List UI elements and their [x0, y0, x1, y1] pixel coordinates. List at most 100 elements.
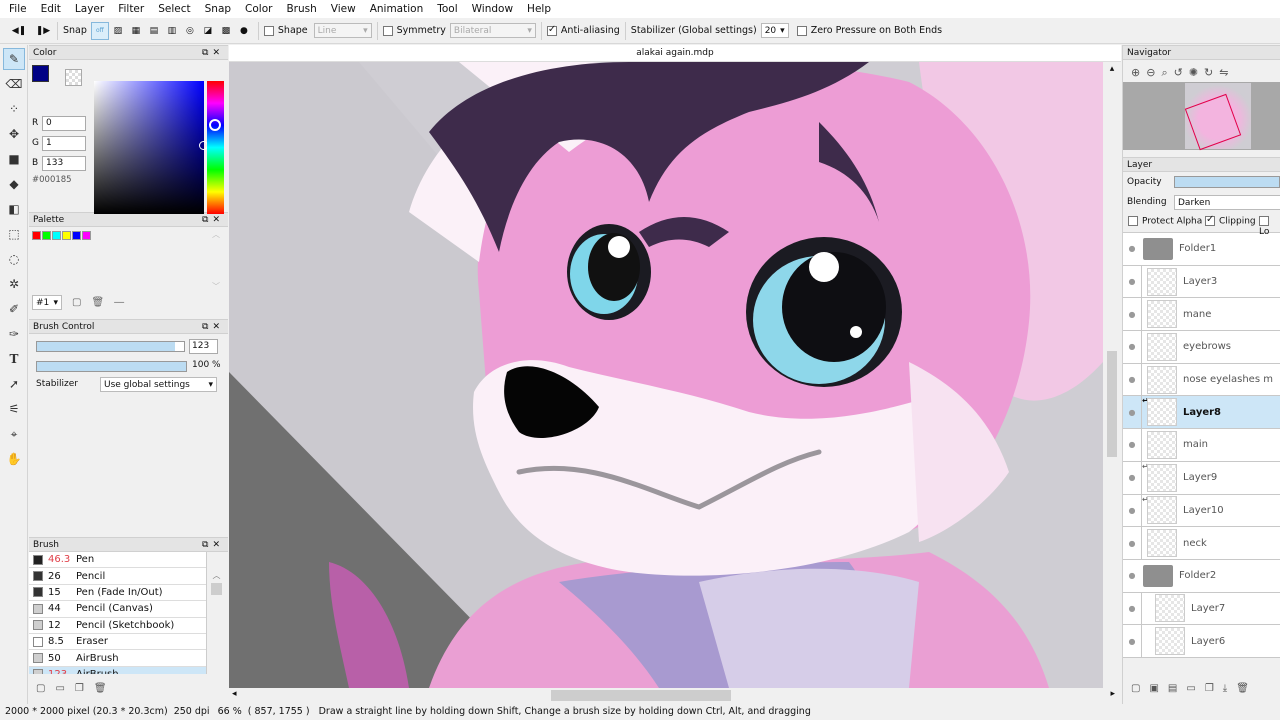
next-frame-icon[interactable]: ❚▶	[34, 22, 52, 40]
protect-alpha-checkbox[interactable]	[1128, 216, 1138, 226]
canvas-horizontal-scrollbar[interactable]: ◂ ▸	[229, 688, 1121, 703]
brush-item[interactable]: 44 Pencil (Canvas)	[29, 601, 206, 618]
menu-color[interactable]: Color	[238, 3, 279, 15]
snap-radial-icon[interactable]: ◎	[181, 22, 199, 40]
layer-row[interactable]: ● main	[1123, 429, 1280, 462]
palette-scroll-down-icon[interactable]: ﹀	[212, 281, 220, 292]
layer-row[interactable]: ● ↵ Layer8	[1123, 396, 1280, 430]
brush-size-input[interactable]: 123	[189, 339, 218, 354]
divide-tool-icon[interactable]: ⚟	[3, 398, 25, 420]
brush-stabilizer-select[interactable]: Use global settings ▾	[100, 377, 217, 392]
palette-menu-icon[interactable]: ―	[114, 297, 124, 308]
delete-palette-icon[interactable]: 🗑	[91, 297, 104, 308]
operation-tool-icon[interactable]: ➚	[3, 373, 25, 395]
palette-swatch[interactable]	[52, 231, 61, 240]
layer-row[interactable]: ● Folder2	[1123, 559, 1280, 593]
eyedropper-tool-icon[interactable]: ⌖	[3, 423, 25, 445]
menu-select[interactable]: Select	[151, 3, 197, 15]
delete-layer-icon[interactable]: 🗑	[1236, 683, 1249, 694]
symmetry-select[interactable]: Bilateral ▾	[449, 23, 536, 38]
palette-set-select[interactable]: #1 ▾	[32, 295, 62, 310]
panel-controls-icon[interactable]: ⧉✕	[202, 540, 224, 550]
brush-item[interactable]: 12 Pencil (Sketchbook)	[29, 617, 206, 634]
menu-help[interactable]: Help	[520, 3, 558, 15]
layer-row[interactable]: ● Layer3	[1123, 265, 1280, 299]
new-palette-icon[interactable]: ▢	[72, 297, 81, 308]
layer-row[interactable]: ● ↵ Layer10	[1123, 494, 1280, 528]
g-input[interactable]: 1	[42, 135, 86, 151]
duplicate-layer-icon[interactable]: ❐	[1205, 683, 1214, 694]
layer-visibility-icon[interactable]: ●	[1123, 375, 1141, 384]
panel-controls-icon[interactable]: ⧉✕	[202, 48, 224, 58]
eraser-tool-icon[interactable]: ⌫	[3, 73, 25, 95]
brush-item[interactable]: 8.5 Eraser	[29, 633, 206, 651]
navigator-preview[interactable]	[1123, 82, 1280, 151]
lasso-tool-icon[interactable]: ◌	[3, 248, 25, 270]
document-tab[interactable]: alakai again.mdp	[229, 45, 1121, 62]
transparent-color-swatch[interactable]	[65, 69, 82, 86]
layer-visibility-icon[interactable]: ●	[1123, 244, 1141, 253]
menu-edit[interactable]: Edit	[34, 3, 68, 15]
brush-item[interactable]: 123AirBrush	[29, 666, 206, 674]
layer-row[interactable]: ● Layer7	[1123, 592, 1280, 626]
b-input[interactable]: 133	[42, 155, 86, 171]
layer-visibility-icon[interactable]: ●	[1123, 604, 1141, 613]
snap-grid-icon[interactable]: ▦	[127, 22, 145, 40]
primary-color-swatch[interactable]	[32, 65, 49, 82]
menu-snap[interactable]: Snap	[198, 3, 238, 15]
hand-tool-icon[interactable]: ✋	[3, 448, 25, 470]
new-folder-icon[interactable]: ▭	[1186, 683, 1195, 694]
new-halftone-layer-icon[interactable]: ▣	[1149, 683, 1158, 694]
menu-animation[interactable]: Animation	[363, 3, 431, 15]
layer-row[interactable]: ● ↵ Layer9	[1123, 461, 1280, 495]
layer-row[interactable]: ● Folder1	[1123, 233, 1280, 266]
layer-visibility-icon[interactable]: ●	[1123, 539, 1141, 548]
copy-brush-icon[interactable]: ❐	[75, 683, 84, 694]
panel-controls-icon[interactable]: ⧉✕	[202, 322, 224, 332]
layer-opacity-slider[interactable]	[1174, 176, 1280, 188]
brush-item[interactable]: 26 Pencil	[29, 568, 206, 585]
menu-layer[interactable]: Layer	[68, 3, 111, 15]
rect-select-tool-icon[interactable]: ⬚	[3, 223, 25, 245]
layer-visibility-icon[interactable]: ●	[1123, 342, 1141, 351]
snap-off-icon[interactable]: off	[90, 21, 109, 40]
menu-view[interactable]: View	[324, 3, 363, 15]
shape-checkbox[interactable]	[263, 25, 274, 36]
new-layer-icon[interactable]: ▢	[1131, 683, 1140, 694]
menu-tool[interactable]: Tool	[430, 3, 464, 15]
palette-swatch[interactable]	[42, 231, 51, 240]
menu-brush[interactable]: Brush	[279, 3, 323, 15]
merge-down-icon[interactable]: ⤓	[1223, 683, 1227, 694]
zero-pressure-checkbox[interactable]	[796, 25, 807, 36]
snap-curve-icon[interactable]: ◪	[199, 22, 217, 40]
saturation-value-square[interactable]	[94, 81, 208, 214]
stabilizer-select[interactable]: 20 ▾	[760, 23, 789, 38]
palette-swatch[interactable]	[72, 231, 81, 240]
snap-parallel-icon[interactable]: ▨	[109, 22, 127, 40]
select-pen-tool-icon[interactable]: ✐	[3, 298, 25, 320]
dot-tool-icon[interactable]: ⁘	[3, 98, 25, 120]
blending-select[interactable]: Darken	[1174, 195, 1280, 210]
palette-swatch[interactable]	[82, 231, 91, 240]
symmetry-checkbox[interactable]	[382, 25, 393, 36]
zoom-out-icon[interactable]: ⊖	[1146, 66, 1155, 82]
select-eraser-tool-icon[interactable]: ✑	[3, 323, 25, 345]
move-tool-icon[interactable]: ✥	[3, 123, 25, 145]
new-1bit-layer-icon[interactable]: ▤	[1168, 683, 1177, 694]
clipping-checkbox[interactable]	[1205, 214, 1215, 226]
rotate-right-icon[interactable]: ↻	[1204, 66, 1213, 82]
scroll-up-icon[interactable]: ▴	[1103, 64, 1121, 74]
snap-cross-icon[interactable]: ▤	[145, 22, 163, 40]
layer-visibility-icon[interactable]: ●	[1123, 473, 1141, 482]
r-input[interactable]: 0	[42, 115, 86, 131]
delete-brush-icon[interactable]: 🗑	[94, 683, 107, 694]
brush-item[interactable]: 50 AirBrush	[29, 650, 206, 667]
layer-visibility-icon[interactable]: ●	[1123, 637, 1141, 646]
snap-point-icon[interactable]: ●	[235, 22, 253, 40]
canvas-vertical-scrollbar[interactable]: ▴	[1103, 62, 1121, 688]
zoom-fit-icon[interactable]: ⌕	[1161, 66, 1167, 82]
magic-wand-tool-icon[interactable]: ✲	[3, 273, 25, 295]
brush-size-slider[interactable]	[36, 341, 185, 352]
shape-select[interactable]: Line ▾	[313, 23, 372, 38]
artwork-canvas[interactable]	[229, 62, 1103, 688]
